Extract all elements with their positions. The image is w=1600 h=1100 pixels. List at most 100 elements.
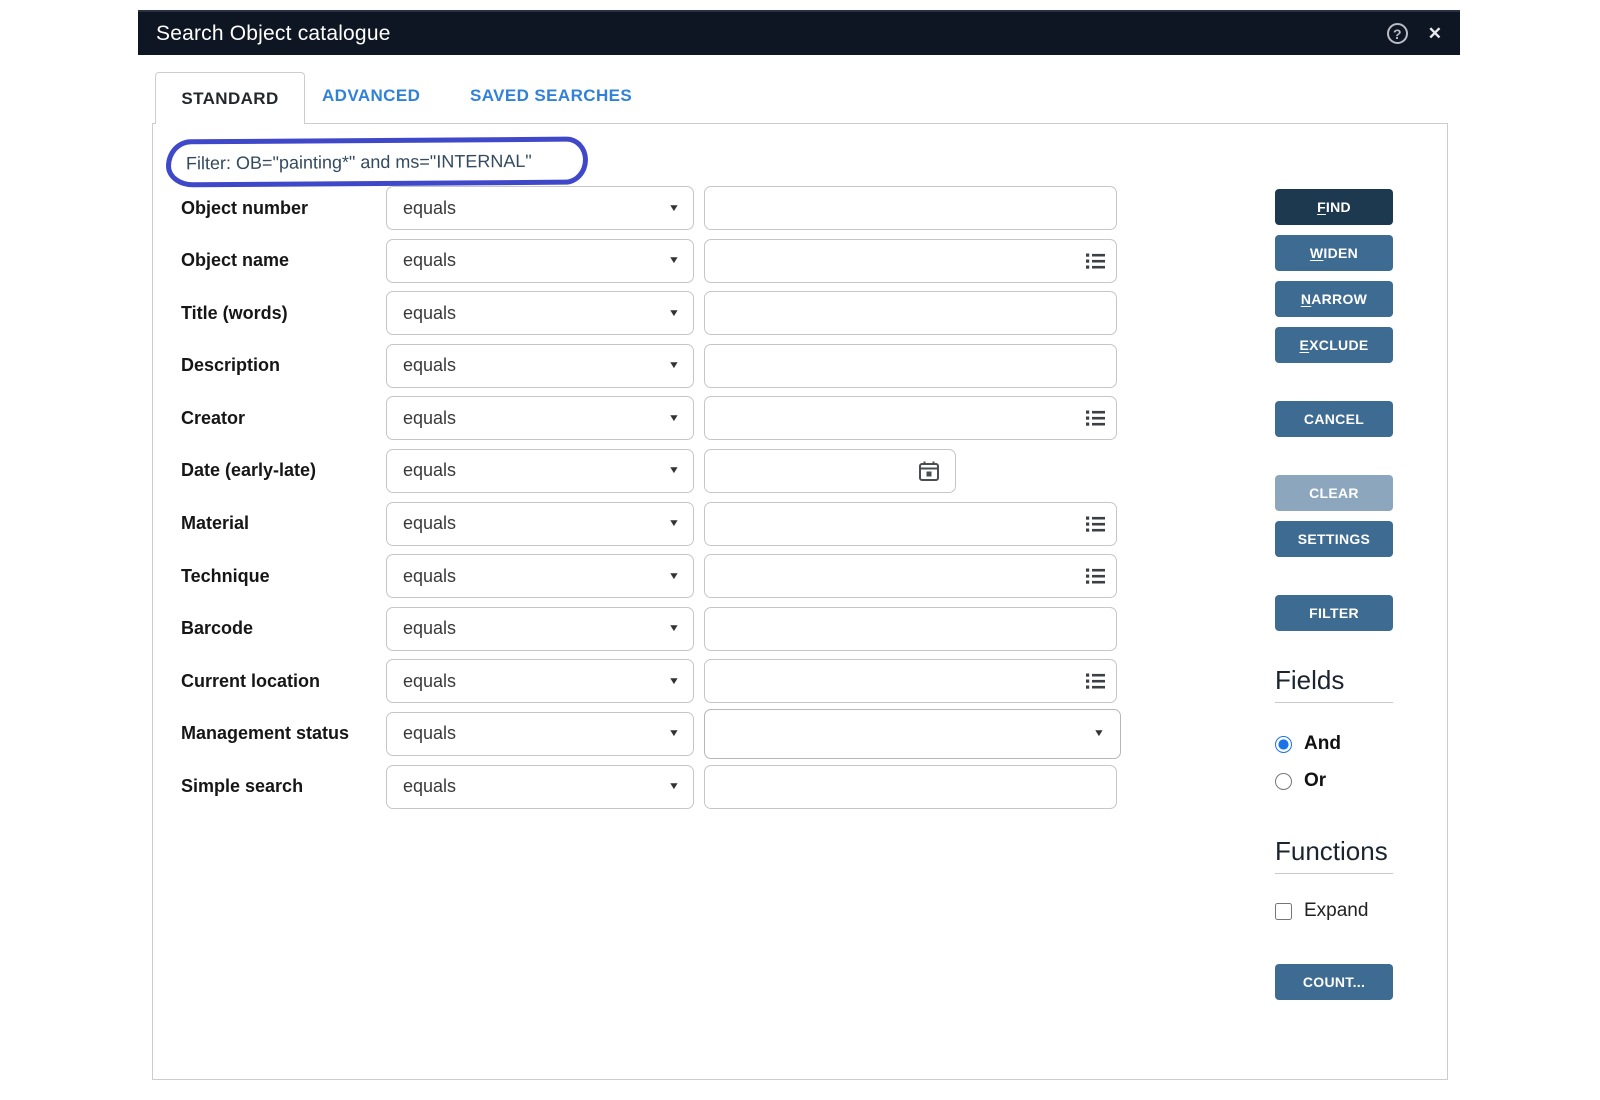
search-row-object-number: Object number equals ▼ (181, 186, 1121, 230)
and-radio[interactable]: And (1275, 733, 1393, 755)
operator-select[interactable]: equals ▼ (386, 554, 694, 598)
operator-value: equals (403, 723, 669, 744)
cancel-button[interactable]: CANCEL (1275, 401, 1393, 437)
value-input-technique[interactable] (704, 554, 1117, 598)
search-row-date-early-late: Date (early-late) equals ▼ (181, 449, 1121, 493)
field-label: Technique (181, 566, 376, 587)
operator-value: equals (403, 566, 669, 587)
search-row-title-words: Title (words) equals ▼ (181, 291, 1121, 335)
find-button[interactable]: FIND (1275, 189, 1393, 225)
field-label: Title (words) (181, 303, 376, 324)
operator-select[interactable]: equals ▼ (386, 396, 694, 440)
tab-standard[interactable]: STANDARD (155, 72, 305, 124)
operator-select[interactable]: equals ▼ (386, 186, 694, 230)
value-input-current-location[interactable] (704, 659, 1117, 703)
operator-value: equals (403, 776, 669, 797)
list-lookup-icon[interactable] (1086, 568, 1105, 585)
settings-button[interactable]: SETTINGS (1275, 521, 1393, 557)
chevron-down-icon: ▼ (668, 255, 680, 266)
fields-divider (1275, 702, 1393, 703)
value-wrap: ▼ (704, 607, 1117, 651)
search-row-current-location: Current location equals ▼ (181, 659, 1121, 703)
search-row-simple-search: Simple search equals ▼ (181, 765, 1121, 809)
list-lookup-icon[interactable] (1086, 515, 1105, 532)
value-input-creator[interactable] (704, 396, 1117, 440)
operator-select[interactable]: equals ▼ (386, 607, 694, 651)
value-input-simple-search[interactable] (704, 765, 1117, 809)
search-row-technique: Technique equals ▼ (181, 554, 1121, 598)
close-icon[interactable]: ✕ (1428, 24, 1442, 44)
functions-divider (1275, 873, 1393, 874)
search-row-management-status: Management status equals ▼ (181, 712, 1121, 756)
list-lookup-icon[interactable] (1086, 410, 1105, 427)
widen-button[interactable]: WIDEN (1275, 235, 1393, 271)
action-column: FIND WIDEN NARROW EXCLUDE CANCEL CLEAR S… (1275, 189, 1393, 1000)
operator-select[interactable]: equals ▼ (386, 502, 694, 546)
operator-select[interactable]: equals ▼ (386, 344, 694, 388)
operator-select[interactable]: equals ▼ (386, 239, 694, 283)
list-lookup-icon[interactable] (1086, 252, 1105, 269)
field-label: Material (181, 513, 376, 534)
tab-saved-searches[interactable]: SAVED SEARCHES (470, 86, 632, 106)
field-label: Object name (181, 250, 376, 271)
search-row-material: Material equals ▼ (181, 502, 1121, 546)
value-input-material[interactable] (704, 502, 1117, 546)
field-label: Date (early-late) (181, 460, 376, 481)
chevron-down-icon: ▼ (668, 308, 680, 319)
chevron-down-icon: ▼ (668, 728, 680, 739)
dialog-title: Search Object catalogue (156, 22, 391, 46)
operator-select[interactable]: equals ▼ (386, 291, 694, 335)
operator-value: equals (403, 250, 669, 271)
operator-value: equals (403, 618, 669, 639)
expand-checkbox[interactable]: Expand (1275, 900, 1393, 922)
field-label: Object number (181, 198, 376, 219)
operator-value: equals (403, 408, 669, 429)
page: Search Object catalogue ? ✕ STANDARD ADV… (0, 0, 1600, 1100)
search-row-object-name: Object name equals ▼ (181, 239, 1121, 283)
list-lookup-icon[interactable] (1086, 673, 1105, 690)
clear-button[interactable]: CLEAR (1275, 475, 1393, 511)
value-input-barcode[interactable] (704, 607, 1117, 651)
chevron-down-icon: ▼ (668, 676, 680, 687)
value-wrap: ▼ (704, 554, 1117, 598)
operator-value: equals (403, 671, 669, 692)
expand-checkbox-input[interactable] (1275, 903, 1292, 920)
value-input-title-words[interactable] (704, 291, 1117, 335)
value-wrap: ▼ (704, 712, 1117, 756)
functions-heading: Functions (1275, 836, 1393, 867)
value-select[interactable]: ▼ (704, 709, 1121, 759)
operator-value: equals (403, 460, 669, 481)
help-icon[interactable]: ? (1387, 23, 1408, 44)
dialog-titlebar: Search Object catalogue ? ✕ (138, 10, 1460, 55)
field-label: Description (181, 355, 376, 376)
and-radio-input[interactable] (1275, 736, 1292, 753)
or-radio[interactable]: Or (1275, 770, 1393, 792)
value-input-object-number[interactable] (704, 186, 1117, 230)
fields-heading: Fields (1275, 665, 1393, 696)
operator-select[interactable]: equals ▼ (386, 659, 694, 703)
count-button[interactable]: COUNT... (1275, 964, 1393, 1000)
value-input-object-name[interactable] (704, 239, 1117, 283)
value-wrap: ▼ (704, 344, 1117, 388)
calendar-icon[interactable] (918, 460, 940, 482)
value-wrap: ▼ (704, 396, 1117, 440)
chevron-down-icon: ▼ (668, 623, 680, 634)
exclude-button[interactable]: EXCLUDE (1275, 327, 1393, 363)
field-label: Creator (181, 408, 376, 429)
or-radio-input[interactable] (1275, 773, 1292, 790)
operator-select[interactable]: equals ▼ (386, 712, 694, 756)
operator-select[interactable]: equals ▼ (386, 765, 694, 809)
chevron-down-icon: ▼ (668, 465, 680, 476)
field-label: Barcode (181, 618, 376, 639)
filter-button[interactable]: FILTER (1275, 595, 1393, 631)
field-label: Current location (181, 671, 376, 692)
search-rows: Object number equals ▼ (181, 186, 1121, 817)
value-input-description[interactable] (704, 344, 1117, 388)
operator-select[interactable]: equals ▼ (386, 449, 694, 493)
search-form-panel: Filter: OB="painting*" and ms="INTERNAL"… (152, 123, 1448, 1080)
tab-advanced[interactable]: ADVANCED (322, 86, 420, 106)
search-row-barcode: Barcode equals ▼ (181, 607, 1121, 651)
operator-value: equals (403, 198, 669, 219)
narrow-button[interactable]: NARROW (1275, 281, 1393, 317)
chevron-down-icon: ▼ (668, 413, 680, 424)
